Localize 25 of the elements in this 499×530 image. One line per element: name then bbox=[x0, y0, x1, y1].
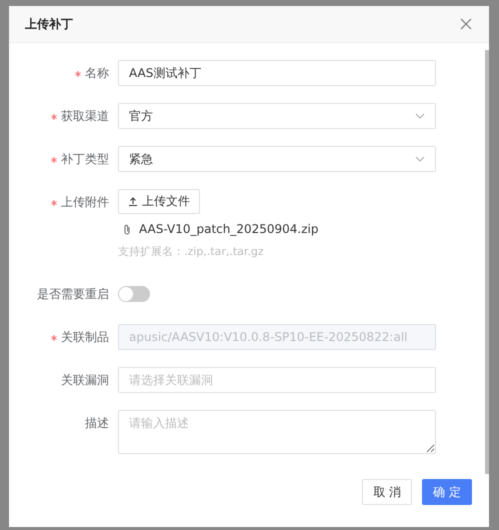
select-field[interactable]: 紧急 bbox=[118, 146, 436, 172]
field-label: 获取渠道 bbox=[9, 103, 109, 129]
field-label: 补丁类型 bbox=[9, 146, 109, 172]
field-label: 关联漏洞 bbox=[60, 372, 109, 389]
file-name[interactable]: AAS-V10_patch_20250904.zip bbox=[139, 222, 318, 236]
description-field[interactable]: 请输入描述 bbox=[118, 410, 436, 454]
upload-button[interactable]: 上传文件 bbox=[118, 189, 200, 214]
paperclip-icon bbox=[123, 224, 131, 234]
select-field[interactable]: 官方 bbox=[118, 103, 436, 129]
upload-icon bbox=[128, 196, 138, 206]
text-field[interactable]: 请选择关联漏洞 bbox=[118, 367, 436, 393]
confirm-button[interactable]: 确 定 bbox=[422, 479, 472, 505]
text-field[interactable]: AAS测试补丁 bbox=[118, 60, 436, 86]
field-label: 关联制品 bbox=[9, 324, 109, 350]
hint-text: 支持扩展名：.zip,.tar,.tar.gz bbox=[118, 244, 265, 259]
chevron-down-icon bbox=[415, 156, 425, 162]
close-button[interactable] bbox=[459, 17, 473, 31]
dialog-title: 上传补丁 bbox=[25, 16, 73, 32]
toggle-switch[interactable] bbox=[118, 286, 150, 302]
field-label: 名称 bbox=[9, 60, 109, 86]
chevron-down-icon bbox=[415, 113, 425, 119]
field-label: 描述 bbox=[84, 415, 109, 432]
cancel-button[interactable]: 取 消 bbox=[362, 479, 412, 505]
field-label: 是否需要重启 bbox=[36, 286, 109, 303]
field-label: 上传附件 bbox=[9, 189, 109, 259]
